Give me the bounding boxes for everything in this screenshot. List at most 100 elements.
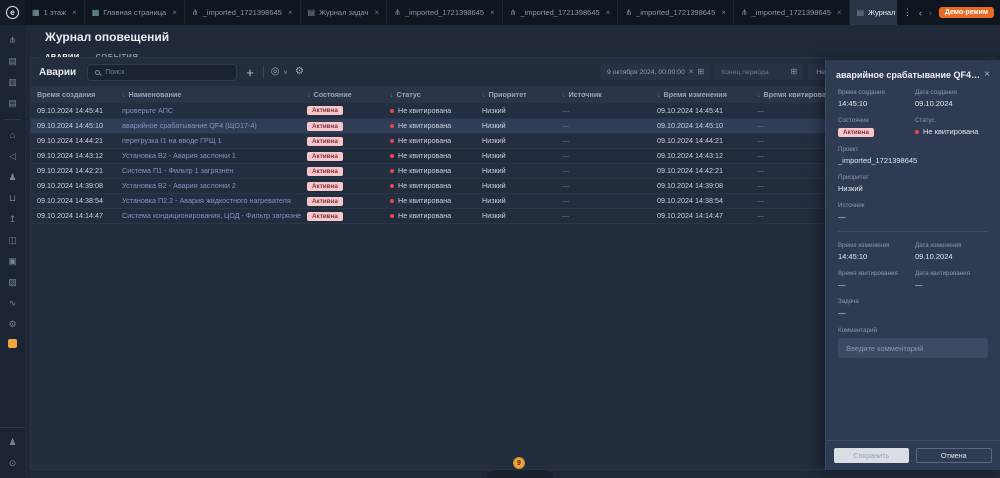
column-header-status[interactable]: ↓Статус <box>384 86 476 103</box>
date-from-clear-icon[interactable]: × <box>689 68 694 76</box>
tab-scroll-left-icon[interactable]: ‹ <box>919 8 922 18</box>
tab-label: 1 этаж <box>44 8 66 17</box>
status-dot-icon <box>390 184 394 188</box>
notifications-journal-icon[interactable] <box>8 339 17 348</box>
window-tab[interactable]: ▦1 этаж× <box>25 0 85 25</box>
alarm-name-link[interactable]: Установка В2 - Авария заслонки 2 <box>122 181 236 190</box>
close-icon[interactable]: × <box>984 69 990 80</box>
cell-source: — <box>556 103 651 118</box>
tab-close-icon[interactable]: × <box>490 8 495 17</box>
window-tab[interactable]: ▤Журнал задач× <box>301 0 388 25</box>
tab-label: Журнал оповещений <box>868 8 897 17</box>
cell-source: — <box>556 118 651 133</box>
tab-close-icon[interactable]: × <box>837 8 842 17</box>
journal-tasks-icon[interactable]: ▤ <box>6 97 19 110</box>
alarm-name-link[interactable]: Система кондиционирования, ЦОД - Фильтр … <box>122 211 301 220</box>
cell-state: Активна <box>301 118 384 133</box>
tab-label: _imported_1721398645 <box>405 8 484 17</box>
alarm-name-link[interactable]: Система П1 - Фильтр 1 загрязнен <box>122 166 234 175</box>
window-tab[interactable]: ⋔_imported_1721398645× <box>734 0 850 25</box>
projects-tree-icon[interactable]: ⋔ <box>6 34 19 47</box>
trash-icon[interactable]: ⊔ <box>6 192 19 205</box>
window-tab[interactable]: ⋔_imported_1721398645× <box>618 0 734 25</box>
tab-close-icon[interactable]: × <box>721 8 726 17</box>
alarm-detail-panel: аварийное срабатывание QF4 (ЩО17-4) × Вр… <box>825 60 1000 470</box>
window-tab[interactable]: ⋔_imported_1721398645× <box>387 0 503 25</box>
alarm-name-link[interactable]: Установка В2 - Авария заслонки 1 <box>122 151 236 160</box>
window-tab[interactable]: ⋔_imported_1721398645× <box>185 0 301 25</box>
panel-footer: Сохранить Отмена <box>826 440 1000 470</box>
archive-icon[interactable]: ▣ <box>6 255 19 268</box>
cell-priority: Низкий <box>476 193 556 208</box>
acknowledge-icon[interactable]: ◎ <box>271 67 280 77</box>
alarm-name-link[interactable]: Установка П2.2 - Авария жидкостного нагр… <box>122 196 291 205</box>
objects-icon[interactable]: ⌂ <box>6 129 19 142</box>
journal-events-icon[interactable]: ▥ <box>6 76 19 89</box>
acknowledge-caret-icon[interactable]: ∨ <box>284 69 288 76</box>
cell-name: Система кондиционирования, ЦОД - Фильтр … <box>116 208 301 223</box>
add-alarm-button[interactable]: + <box>246 65 254 80</box>
cell-changed: 09.10.2024 14:38:54 <box>651 193 751 208</box>
column-header-source[interactable]: ↓Источник <box>556 86 651 103</box>
comment-input[interactable]: Введите комментарий <box>838 338 988 358</box>
cell-created: 09.10.2024 14:44:21 <box>31 133 116 148</box>
sort-icon: ↓ <box>390 92 394 99</box>
state-badge: Активна <box>838 128 874 137</box>
profile-icon[interactable]: ♟ <box>6 436 19 449</box>
reports-icon[interactable]: ▨ <box>6 276 19 289</box>
charts-icon[interactable]: ∿ <box>6 297 19 310</box>
column-header-state[interactable]: ↓Состояние <box>301 86 384 103</box>
cell-name: Установка В2 - Авария заслонки 2 <box>116 178 301 193</box>
column-header-priority[interactable]: ↓Приоритет <box>476 86 556 103</box>
roles-icon[interactable]: ⚙ <box>6 318 19 331</box>
window-tab[interactable]: ▦Главная страница× <box>85 0 185 25</box>
field-label: Приоритет <box>838 174 988 181</box>
status-dot-icon <box>390 139 394 143</box>
announcements-icon[interactable]: ◁ <box>6 150 19 163</box>
window-tab[interactable]: ⋔_imported_1721398645× <box>503 0 619 25</box>
cell-acked: — <box>751 118 826 133</box>
cell-created: 09.10.2024 14:42:21 <box>31 163 116 178</box>
cell-priority: Низкий <box>476 118 556 133</box>
cell-status: Не квитирована <box>384 103 476 118</box>
status-dot-icon <box>390 109 394 113</box>
state-badge: Активна <box>307 137 343 146</box>
tab-scroll-right-icon[interactable]: › <box>929 8 932 18</box>
tab-close-icon[interactable]: × <box>72 8 77 17</box>
users-icon[interactable]: ♟ <box>6 171 19 184</box>
journal-alarms-icon[interactable]: ▤ <box>6 55 19 68</box>
tab-close-icon[interactable]: × <box>606 8 611 17</box>
about-icon[interactable]: ⊙ <box>6 457 19 470</box>
bottom-panel-handle[interactable] <box>487 470 553 478</box>
notification-count-badge[interactable]: 9 <box>513 457 525 469</box>
cell-status: Не квитирована <box>384 178 476 193</box>
column-header-created[interactable]: Время создания <box>31 86 116 103</box>
tab-close-icon[interactable]: × <box>172 8 177 17</box>
date-from-input[interactable]: 9 октября 2024, 00:00:00 × ⊞ <box>601 64 710 80</box>
app-logo[interactable]: e <box>0 0 25 25</box>
cell-name: Установка В2 - Авария заслонки 1 <box>116 148 301 163</box>
storage-icon[interactable]: ◫ <box>6 234 19 247</box>
export-icon[interactable]: ↥ <box>6 213 19 226</box>
alarm-name-link[interactable]: аварийное срабатывание QF4 (ЩО17-4) <box>122 121 257 130</box>
window-tab[interactable]: ▤Журнал оповещений× <box>850 0 897 25</box>
tab-close-icon[interactable]: × <box>288 8 293 17</box>
column-header-changed[interactable]: ↓Время изменения <box>651 86 751 103</box>
settings-icon[interactable]: ⚙ <box>295 67 304 77</box>
cell-state: Активна <box>301 163 384 178</box>
column-header-acked[interactable]: ↓Время квитирования <box>751 86 826 103</box>
panel-field: Дата квитирования— <box>915 270 988 289</box>
state-badge: Активна <box>307 197 343 206</box>
cell-acked: — <box>751 163 826 178</box>
state-badge: Активна <box>307 182 343 191</box>
column-header-name[interactable]: ↓Наименование <box>116 86 301 103</box>
cancel-button[interactable]: Отмена <box>916 448 993 463</box>
alarm-name-link[interactable]: проверьте АПС <box>122 106 173 115</box>
search-input[interactable]: Поиск <box>87 64 237 81</box>
cell-state: Активна <box>301 208 384 223</box>
overflow-menu-icon[interactable]: ⋮ <box>903 7 912 18</box>
save-button[interactable]: Сохранить <box>834 448 909 463</box>
date-to-input[interactable]: Конец периода ⊞ <box>715 64 803 80</box>
alarm-name-link[interactable]: перегрузка I1 на вводе ГРЩ 1 <box>122 136 222 145</box>
tab-close-icon[interactable]: × <box>374 8 379 17</box>
